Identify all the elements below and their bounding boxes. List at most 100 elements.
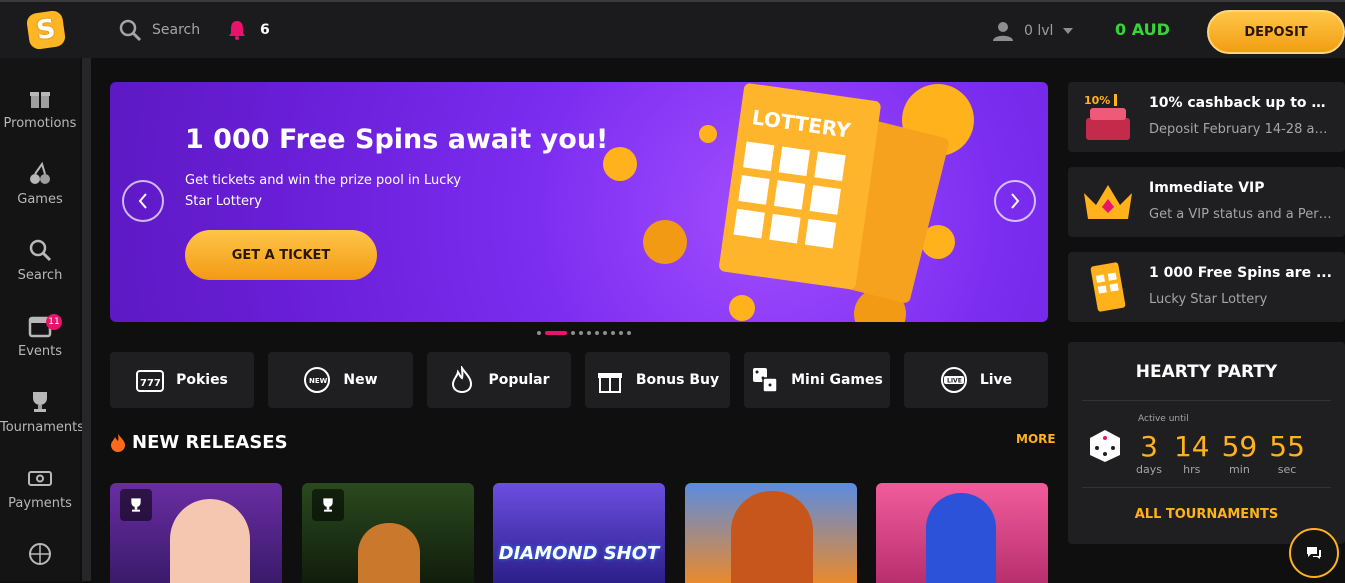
countdown-hours: 14 hrs (1174, 430, 1210, 476)
countdown-unit: days (1136, 463, 1162, 476)
game-tile-3[interactable]: DIAMOND SHOT (493, 483, 665, 583)
sidebar-item-games[interactable]: Games (0, 162, 80, 207)
countdown-unit: min (1229, 463, 1250, 476)
pagination-dot[interactable] (545, 331, 567, 335)
promo-subtitle: Lucky Star Lottery (1149, 292, 1268, 307)
coin-icon (699, 125, 717, 143)
all-tournaments-link[interactable]: ALL TOURNAMENTS (1068, 507, 1345, 522)
chevron-right-icon (1011, 193, 1020, 209)
top-bar: S Search 6 0 lvl 0 AUD DEPOSIT (0, 0, 1345, 58)
game-character (170, 499, 250, 583)
promo-card-vip[interactable]: Immediate VIP Get a VIP status and a Per… (1068, 167, 1345, 237)
gift-box-icon (597, 373, 622, 393)
pagination-dot[interactable] (627, 331, 631, 335)
banner-next-arrow[interactable] (994, 180, 1036, 222)
tournament-title: HEARTY PARTY (1135, 362, 1278, 382)
category-popular[interactable]: Popular (427, 352, 571, 408)
sidebar-item-label: Payments (8, 496, 72, 511)
countdown-timer: 3 days 14 hrs 59 min 55 sec (1136, 430, 1305, 476)
tournament-card: HEARTY PARTY Active until 3 days 14 hrs 59… (1068, 342, 1345, 544)
chevron-down-icon (1063, 28, 1074, 34)
user-menu[interactable]: 0 lvl (992, 20, 1074, 42)
sidebar-item-label: Games (17, 192, 63, 207)
chevron-left-icon (138, 193, 147, 209)
search-icon (119, 19, 142, 42)
svg-text:LIVE: LIVE (947, 378, 962, 385)
live-icon: LIVE (940, 367, 967, 393)
deposit-button[interactable]: DEPOSIT (1207, 10, 1345, 54)
category-label: Pokies (176, 372, 228, 388)
promo-title: Immediate VIP (1149, 180, 1265, 196)
banner-title: 1 000 Free Spins await you! (185, 124, 609, 155)
sidebar-scrollbar[interactable] (82, 58, 91, 581)
category-label: Popular (488, 372, 550, 388)
pagination-dot[interactable] (611, 331, 615, 335)
sidebar-item-promotions[interactable]: Promotions (0, 86, 80, 131)
sidebar-item-label: Events (17, 344, 62, 359)
promo-title: 10% cashback up to $... (1149, 95, 1335, 111)
category-pokies[interactable]: 777 Pokies (110, 352, 254, 408)
trophy-badge (120, 489, 152, 521)
game-character (358, 523, 420, 583)
notifications-button[interactable]: 6 (228, 20, 270, 40)
sidebar-item-search[interactable]: Search (0, 238, 80, 283)
category-new[interactable]: NEW New (268, 352, 413, 408)
search-icon (29, 239, 52, 262)
category-live[interactable]: LIVE Live (904, 352, 1048, 408)
countdown-unit: sec (1277, 463, 1297, 476)
game-character (926, 493, 996, 583)
pagination-dot[interactable] (619, 331, 623, 335)
active-until-label: Active until (1138, 414, 1189, 424)
new-releases-title: NEW RELEASES (132, 432, 288, 453)
crown-icon (1084, 185, 1132, 219)
promo-card-cashback[interactable]: 10% 10% cashback up to $... Deposit Febr… (1068, 82, 1345, 152)
game-character (731, 491, 813, 583)
game-tile-4[interactable] (685, 483, 857, 583)
countdown-seconds: 55 sec (1269, 430, 1305, 476)
get-ticket-button[interactable]: GET A TICKET (185, 230, 377, 280)
pagination-dot[interactable] (571, 331, 575, 335)
fire-icon (111, 433, 125, 452)
pagination-dot[interactable] (603, 331, 607, 335)
ball-icon (29, 543, 51, 565)
game-title: DIAMOND SHOT (498, 543, 660, 564)
game-tile-2[interactable] (302, 483, 474, 583)
coin-icon (603, 147, 637, 181)
pagination-dot[interactable] (579, 331, 583, 335)
trophy-badge (312, 489, 344, 521)
pagination-dot[interactable] (587, 331, 591, 335)
countdown-unit: hrs (1183, 463, 1201, 476)
countdown-value: 14 (1173, 430, 1210, 463)
search-button[interactable]: Search (118, 18, 200, 42)
sidebar-item-label: Promotions (3, 116, 77, 131)
more-link[interactable]: MORE (1016, 432, 1056, 446)
pagination-dot[interactable] (595, 331, 599, 335)
game-tile-5[interactable] (876, 483, 1048, 583)
user-level: 0 lvl (1024, 23, 1054, 39)
events-badge: 11 (46, 314, 62, 330)
logo[interactable]: S (25, 9, 67, 51)
gift-icon (30, 92, 50, 108)
sidebar-item-events[interactable]: 11 Events (0, 314, 80, 359)
promo-card-lottery[interactable]: 1 000 Free Spins are ... Lucky Star Lott… (1068, 252, 1345, 322)
chat-icon (1307, 547, 1321, 559)
category-bonus-buy[interactable]: Bonus Buy (585, 352, 730, 408)
countdown-days: 3 days (1136, 430, 1162, 476)
chat-button[interactable] (1289, 528, 1339, 578)
fire-icon (452, 366, 473, 394)
pagination-dot[interactable] (537, 331, 541, 335)
countdown-minutes: 59 min (1222, 430, 1258, 476)
category-label: Bonus Buy (635, 372, 720, 388)
sidebar-item-payments[interactable]: Payments (0, 466, 80, 511)
cherries-icon (30, 162, 50, 184)
notifications-count: 6 (260, 22, 270, 38)
svg-text:777: 777 (140, 378, 161, 389)
category-mini-games[interactable]: Mini Games (744, 352, 890, 408)
category-label: New (343, 372, 378, 388)
banner-prev-arrow[interactable] (122, 180, 164, 222)
game-tile-1[interactable] (110, 483, 282, 583)
sidebar-item-sports[interactable] (0, 542, 80, 572)
cake-icon: 10% (1084, 94, 1130, 140)
sidebar-item-tournaments[interactable]: Tournaments (0, 390, 84, 435)
promo-banner[interactable]: 1 000 Free Spins await you! Get tickets … (110, 82, 1048, 322)
